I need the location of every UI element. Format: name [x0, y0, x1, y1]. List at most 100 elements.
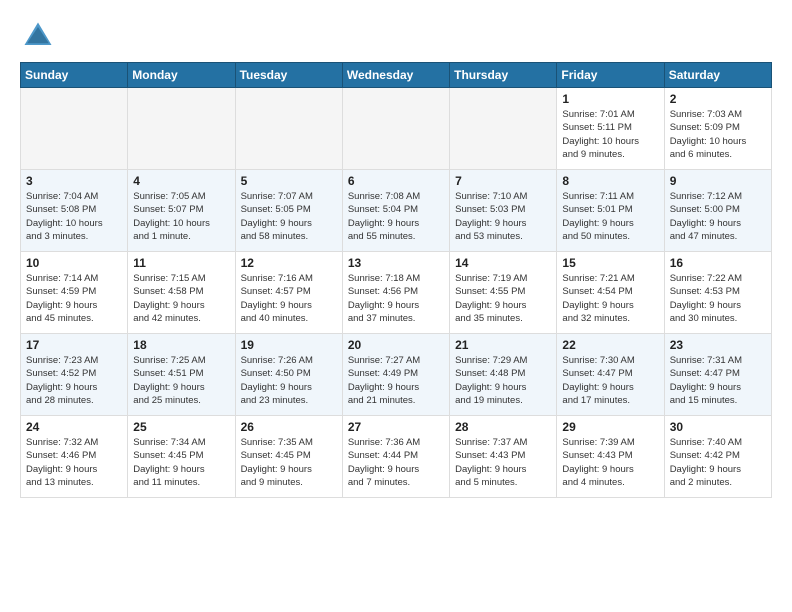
calendar-cell: 3 Sunrise: 7:04 AM Sunset: 5:08 PM Daylig…	[21, 170, 128, 252]
day-info: Sunrise: 7:10 AM Sunset: 5:03 PM Dayligh…	[455, 190, 551, 243]
day-number: 4	[133, 174, 229, 188]
day-number: 14	[455, 256, 551, 270]
day-number: 22	[562, 338, 658, 352]
day-number: 1	[562, 92, 658, 106]
calendar-cell	[128, 88, 235, 170]
day-info: Sunrise: 7:30 AM Sunset: 4:47 PM Dayligh…	[562, 354, 658, 407]
calendar-cell: 28 Sunrise: 7:37 AM Sunset: 4:43 PM Dayli…	[450, 416, 557, 498]
day-number: 18	[133, 338, 229, 352]
calendar-cell: 14 Sunrise: 7:19 AM Sunset: 4:55 PM Dayli…	[450, 252, 557, 334]
day-number: 6	[348, 174, 444, 188]
day-number: 17	[26, 338, 122, 352]
day-number: 12	[241, 256, 337, 270]
day-info: Sunrise: 7:32 AM Sunset: 4:46 PM Dayligh…	[26, 436, 122, 489]
day-info: Sunrise: 7:01 AM Sunset: 5:11 PM Dayligh…	[562, 108, 658, 161]
page: SundayMondayTuesdayWednesdayThursdayFrid…	[0, 0, 792, 612]
calendar-week-row: 10Sunrise: 7:14 AM Sunset: 4:59 PM Dayli…	[21, 252, 772, 334]
day-number: 28	[455, 420, 551, 434]
calendar-day-header: Saturday	[664, 63, 771, 88]
day-info: Sunrise: 7:26 AM Sunset: 4:50 PM Dayligh…	[241, 354, 337, 407]
day-number: 24	[26, 420, 122, 434]
day-number: 29	[562, 420, 658, 434]
calendar-cell	[450, 88, 557, 170]
day-info: Sunrise: 7:40 AM Sunset: 4:42 PM Dayligh…	[670, 436, 766, 489]
day-info: Sunrise: 7:19 AM Sunset: 4:55 PM Dayligh…	[455, 272, 551, 325]
calendar: SundayMondayTuesdayWednesdayThursdayFrid…	[20, 62, 772, 498]
day-number: 25	[133, 420, 229, 434]
calendar-cell	[342, 88, 449, 170]
day-info: Sunrise: 7:31 AM Sunset: 4:47 PM Dayligh…	[670, 354, 766, 407]
day-number: 11	[133, 256, 229, 270]
day-info: Sunrise: 7:34 AM Sunset: 4:45 PM Dayligh…	[133, 436, 229, 489]
day-info: Sunrise: 7:07 AM Sunset: 5:05 PM Dayligh…	[241, 190, 337, 243]
calendar-header-row: SundayMondayTuesdayWednesdayThursdayFrid…	[21, 63, 772, 88]
day-info: Sunrise: 7:39 AM Sunset: 4:43 PM Dayligh…	[562, 436, 658, 489]
calendar-cell: 7 Sunrise: 7:10 AM Sunset: 5:03 PM Daylig…	[450, 170, 557, 252]
day-number: 23	[670, 338, 766, 352]
day-number: 27	[348, 420, 444, 434]
day-number: 7	[455, 174, 551, 188]
calendar-cell: 15 Sunrise: 7:21 AM Sunset: 4:54 PM Dayli…	[557, 252, 664, 334]
calendar-cell: 12Sunrise: 7:16 AM Sunset: 4:57 PM Dayli…	[235, 252, 342, 334]
calendar-cell: 6 Sunrise: 7:08 AM Sunset: 5:04 PM Daylig…	[342, 170, 449, 252]
day-info: Sunrise: 7:37 AM Sunset: 4:43 PM Dayligh…	[455, 436, 551, 489]
day-number: 13	[348, 256, 444, 270]
calendar-week-row: 1 Sunrise: 7:01 AM Sunset: 5:11 PM Daylig…	[21, 88, 772, 170]
calendar-cell: 21 Sunrise: 7:29 AM Sunset: 4:48 PM Dayli…	[450, 334, 557, 416]
calendar-cell: 20 Sunrise: 7:27 AM Sunset: 4:49 PM Dayli…	[342, 334, 449, 416]
logo-icon	[20, 18, 56, 54]
calendar-cell: 10Sunrise: 7:14 AM Sunset: 4:59 PM Dayli…	[21, 252, 128, 334]
calendar-cell: 24 Sunrise: 7:32 AM Sunset: 4:46 PM Dayli…	[21, 416, 128, 498]
calendar-cell: 8 Sunrise: 7:11 AM Sunset: 5:01 PM Daylig…	[557, 170, 664, 252]
calendar-cell: 9 Sunrise: 7:12 AM Sunset: 5:00 PM Daylig…	[664, 170, 771, 252]
day-info: Sunrise: 7:08 AM Sunset: 5:04 PM Dayligh…	[348, 190, 444, 243]
calendar-cell	[21, 88, 128, 170]
day-info: Sunrise: 7:25 AM Sunset: 4:51 PM Dayligh…	[133, 354, 229, 407]
day-info: Sunrise: 7:03 AM Sunset: 5:09 PM Dayligh…	[670, 108, 766, 161]
day-info: Sunrise: 7:36 AM Sunset: 4:44 PM Dayligh…	[348, 436, 444, 489]
calendar-cell: 22 Sunrise: 7:30 AM Sunset: 4:47 PM Dayli…	[557, 334, 664, 416]
calendar-cell: 11 Sunrise: 7:15 AM Sunset: 4:58 PM Dayli…	[128, 252, 235, 334]
calendar-cell: 18 Sunrise: 7:25 AM Sunset: 4:51 PM Dayli…	[128, 334, 235, 416]
day-info: Sunrise: 7:35 AM Sunset: 4:45 PM Dayligh…	[241, 436, 337, 489]
calendar-cell: 23 Sunrise: 7:31 AM Sunset: 4:47 PM Dayli…	[664, 334, 771, 416]
day-info: Sunrise: 7:04 AM Sunset: 5:08 PM Dayligh…	[26, 190, 122, 243]
day-number: 5	[241, 174, 337, 188]
day-number: 3	[26, 174, 122, 188]
day-info: Sunrise: 7:18 AM Sunset: 4:56 PM Dayligh…	[348, 272, 444, 325]
day-info: Sunrise: 7:12 AM Sunset: 5:00 PM Dayligh…	[670, 190, 766, 243]
day-number: 19	[241, 338, 337, 352]
day-number: 9	[670, 174, 766, 188]
calendar-cell: 13 Sunrise: 7:18 AM Sunset: 4:56 PM Dayli…	[342, 252, 449, 334]
day-number: 26	[241, 420, 337, 434]
calendar-cell: 19 Sunrise: 7:26 AM Sunset: 4:50 PM Dayli…	[235, 334, 342, 416]
calendar-day-header: Wednesday	[342, 63, 449, 88]
day-number: 8	[562, 174, 658, 188]
day-number: 20	[348, 338, 444, 352]
day-info: Sunrise: 7:15 AM Sunset: 4:58 PM Dayligh…	[133, 272, 229, 325]
day-number: 30	[670, 420, 766, 434]
calendar-week-row: 3 Sunrise: 7:04 AM Sunset: 5:08 PM Daylig…	[21, 170, 772, 252]
calendar-cell: 4Sunrise: 7:05 AM Sunset: 5:07 PM Daylig…	[128, 170, 235, 252]
day-info: Sunrise: 7:21 AM Sunset: 4:54 PM Dayligh…	[562, 272, 658, 325]
day-info: Sunrise: 7:29 AM Sunset: 4:48 PM Dayligh…	[455, 354, 551, 407]
calendar-day-header: Sunday	[21, 63, 128, 88]
calendar-week-row: 24 Sunrise: 7:32 AM Sunset: 4:46 PM Dayli…	[21, 416, 772, 498]
day-number: 2	[670, 92, 766, 106]
header	[20, 18, 772, 54]
calendar-cell: 17Sunrise: 7:23 AM Sunset: 4:52 PM Dayli…	[21, 334, 128, 416]
day-info: Sunrise: 7:11 AM Sunset: 5:01 PM Dayligh…	[562, 190, 658, 243]
calendar-cell: 26 Sunrise: 7:35 AM Sunset: 4:45 PM Dayli…	[235, 416, 342, 498]
calendar-cell: 25 Sunrise: 7:34 AM Sunset: 4:45 PM Dayli…	[128, 416, 235, 498]
calendar-cell: 16 Sunrise: 7:22 AM Sunset: 4:53 PM Dayli…	[664, 252, 771, 334]
day-number: 21	[455, 338, 551, 352]
calendar-cell: 2 Sunrise: 7:03 AM Sunset: 5:09 PM Daylig…	[664, 88, 771, 170]
calendar-day-header: Thursday	[450, 63, 557, 88]
calendar-cell: 5 Sunrise: 7:07 AM Sunset: 5:05 PM Daylig…	[235, 170, 342, 252]
day-number: 15	[562, 256, 658, 270]
day-number: 10	[26, 256, 122, 270]
day-info: Sunrise: 7:27 AM Sunset: 4:49 PM Dayligh…	[348, 354, 444, 407]
day-number: 16	[670, 256, 766, 270]
day-info: Sunrise: 7:22 AM Sunset: 4:53 PM Dayligh…	[670, 272, 766, 325]
calendar-cell	[235, 88, 342, 170]
